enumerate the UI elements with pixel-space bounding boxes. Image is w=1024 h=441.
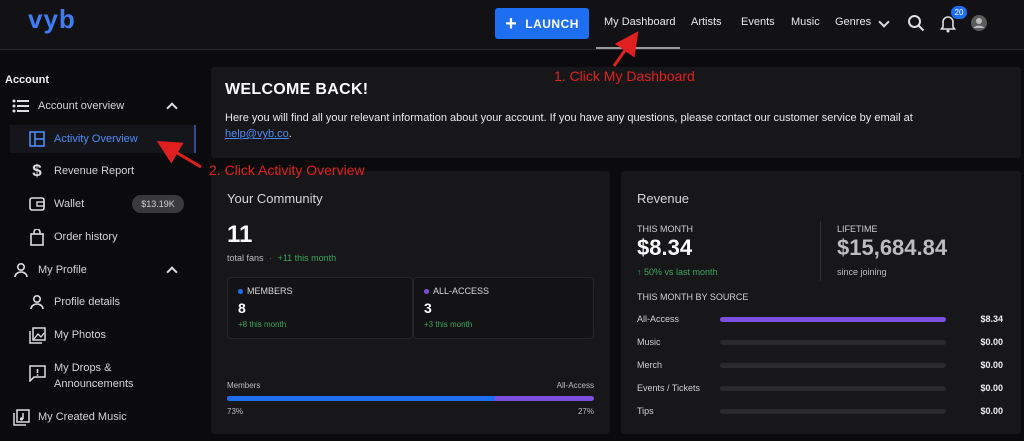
annotation-step-1: 1. Click My Dashboard — [554, 68, 695, 84]
arrow-to-dashboard — [612, 31, 639, 67]
arrow-to-activity-overview — [156, 140, 202, 169]
annotation-arrows — [156, 31, 639, 169]
annotation-step-2: 2. Click Activity Overview — [209, 162, 365, 178]
